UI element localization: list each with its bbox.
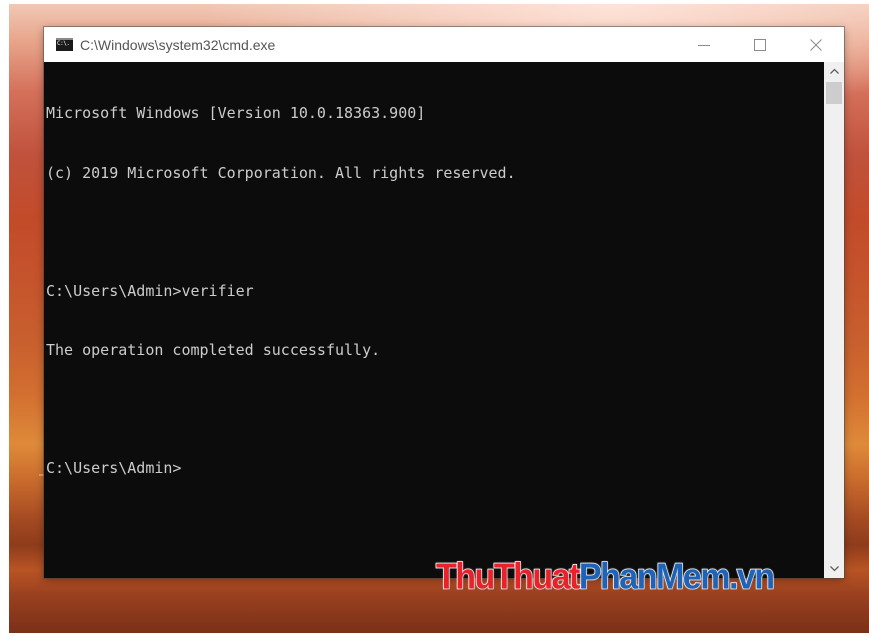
vertical-scrollbar[interactable]: [824, 62, 844, 578]
minimize-icon: [698, 44, 710, 46]
watermark-part-thu: Thu: [435, 556, 496, 597]
maximize-icon: [754, 38, 766, 51]
console-line-copyright: (c) 2019 Microsoft Corporation. All righ…: [46, 163, 516, 182]
desktop-screenshot: C:\. C:\Windows\system32\cmd.exe Microso…: [0, 0, 869, 633]
watermark-part-phanmem: PhanMem: [578, 556, 731, 597]
console-line-blank: [46, 223, 824, 243]
close-icon: [810, 38, 822, 51]
console-output-area[interactable]: Microsoft Windows [Version 10.0.18363.90…: [44, 62, 824, 578]
console-line-prompt[interactable]: C:\Users\Admin>: [46, 459, 824, 479]
window-titlebar[interactable]: C:\. C:\Windows\system32\cmd.exe: [44, 27, 844, 62]
scroll-down-arrow-icon: [829, 566, 839, 572]
scrollbar-thumb[interactable]: [826, 82, 842, 104]
watermark-part-vn: .vn: [728, 556, 776, 597]
close-button[interactable]: [788, 27, 844, 62]
scroll-up-arrow-icon: [829, 68, 839, 74]
console-line-blank: [46, 400, 824, 420]
console-line-result: The operation completed successfully.: [46, 340, 381, 359]
console-line-command: C:\Users\Admin>verifier: [46, 281, 254, 300]
minimize-button[interactable]: [676, 27, 732, 62]
caption-buttons: [676, 27, 844, 62]
watermark-logo: Thu Thuat PhanMem .vn: [435, 556, 776, 603]
cmd-icon: C:\.: [56, 38, 73, 51]
window-title: C:\Windows\system32\cmd.exe: [80, 36, 276, 53]
maximize-button[interactable]: [732, 27, 788, 62]
command-prompt-window[interactable]: C:\. C:\Windows\system32\cmd.exe Microso…: [44, 27, 844, 578]
console-text: Microsoft Windows [Version 10.0.18363.90…: [44, 62, 824, 518]
scroll-down-button[interactable]: [824, 560, 844, 578]
watermark-part-thuat: Thuat: [493, 556, 581, 597]
console-line-version: Microsoft Windows [Version 10.0.18363.90…: [46, 104, 426, 123]
scroll-up-button[interactable]: [824, 62, 844, 80]
